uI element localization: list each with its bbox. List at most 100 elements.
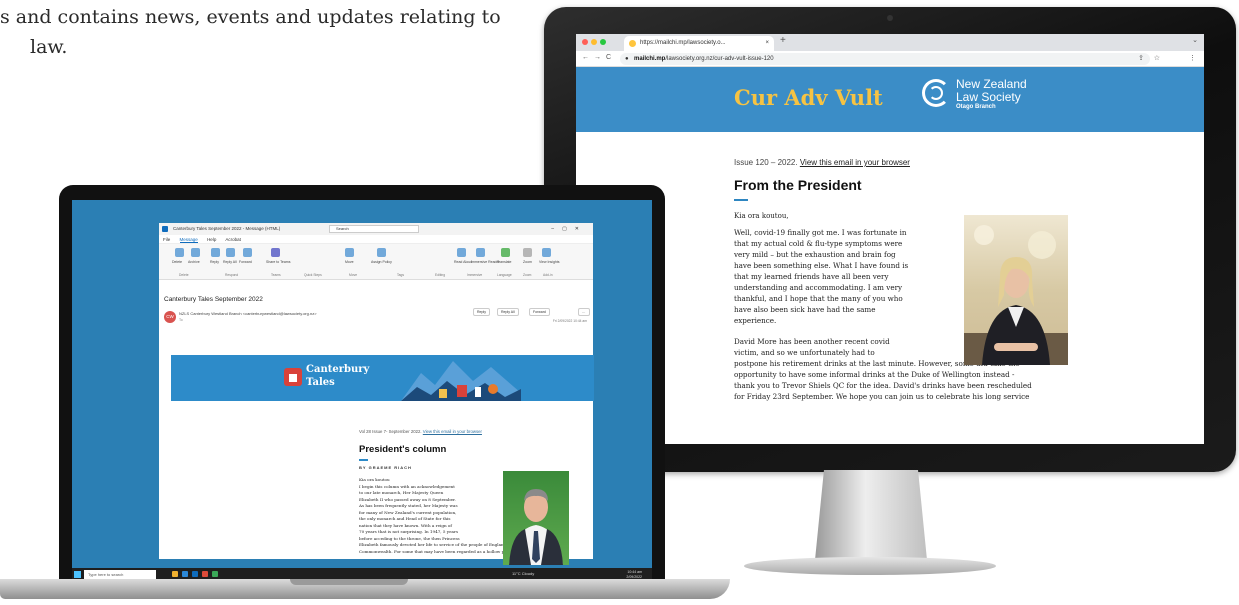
- address-bar[interactable]: ● mailchi.mp/lawsociety.org.nz/cur-adv-v…: [620, 53, 1150, 65]
- newsletter-title: Cur Adv Vult: [734, 85, 883, 110]
- assign-policy-icon[interactable]: [377, 248, 386, 257]
- share-icon[interactable]: ⇪: [1138, 54, 1144, 62]
- favicon-icon: [629, 40, 636, 47]
- new-tab-icon[interactable]: +: [780, 35, 786, 46]
- ribbon-move-label[interactable]: Move: [345, 260, 354, 264]
- view-in-browser-link[interactable]: View this email in your browser: [800, 158, 910, 167]
- reply-all-icon[interactable]: [226, 248, 235, 257]
- forward-button[interactable]: Forward: [529, 308, 550, 316]
- menu-help[interactable]: Help: [207, 237, 216, 242]
- archive-icon[interactable]: [191, 248, 200, 257]
- ribbon-share-teams-label[interactable]: Share to Teams: [266, 260, 290, 264]
- url-path: /lawsociety.org.nz/cur-adv-vult-issue-12…: [665, 56, 774, 62]
- greeting: Kia ora koutou,: [734, 212, 789, 220]
- tab-close-icon[interactable]: ×: [765, 36, 769, 51]
- issue-line: Issue 120 – 2022. View this email in you…: [734, 158, 910, 167]
- taskbar-app-icon[interactable]: [172, 571, 178, 577]
- text-line: thank you to Trevor Shiels QC for the id…: [734, 381, 1032, 390]
- read-aloud-icon[interactable]: [457, 248, 466, 257]
- windows-start-icon[interactable]: [74, 571, 81, 578]
- text-line: understanding and accommodating. I am ve…: [734, 283, 903, 292]
- ribbon-assign-policy-label[interactable]: Assign Policy: [371, 260, 392, 264]
- text-line: experience.: [734, 316, 777, 325]
- teams-icon[interactable]: [271, 248, 280, 257]
- column-heading: President's column: [359, 444, 447, 455]
- browser-tab-bar: https://mailchi.mp/lawsociety.o... × + ⌄: [576, 34, 1204, 51]
- browser-toolbar: ← → C ● mailchi.mp/lawsociety.org.nz/cur…: [576, 51, 1204, 67]
- ribbon-read-aloud-label[interactable]: Read Aloud: [454, 260, 472, 264]
- outlook-ribbon: Delete Archive Reply Reply All Forward S…: [159, 244, 593, 280]
- taskbar-app-icon[interactable]: [212, 571, 218, 577]
- reload-icon[interactable]: C: [606, 54, 611, 61]
- move-icon[interactable]: [345, 248, 354, 257]
- ribbon-archive-label[interactable]: Archive: [188, 260, 200, 264]
- sender-avatar: CW: [164, 311, 176, 323]
- tab-title: https://mailchi.mp/lawsociety.o...: [640, 40, 726, 46]
- reply-all-button[interactable]: Reply All: [497, 308, 519, 316]
- reply-button[interactable]: Reply: [473, 308, 490, 316]
- zoom-icon[interactable]: [523, 248, 532, 257]
- immersive-reader-icon[interactable]: [476, 248, 485, 257]
- article-paragraph-1: Well, covid-19 finally got me. I was for…: [734, 227, 908, 326]
- taskbar-outlook-icon[interactable]: [192, 571, 198, 577]
- issue-text: Issue 120 – 2022.: [734, 158, 798, 167]
- view-in-browser-link[interactable]: View this email in your browser: [423, 429, 482, 434]
- menu-message[interactable]: Message: [179, 237, 198, 243]
- window-control-buttons[interactable]: –▢✕: [551, 223, 587, 235]
- org-branch: Otago Branch: [956, 104, 996, 110]
- president-photo: [503, 471, 569, 565]
- reply-icon[interactable]: [211, 248, 220, 257]
- taskbar-time: 10:44 am: [627, 570, 642, 574]
- ribbon-group-delete: Delete: [179, 273, 189, 277]
- text-line: Elizabeth famously devoted her life to s…: [359, 542, 524, 547]
- delete-icon[interactable]: [175, 248, 184, 257]
- forward-icon[interactable]: [243, 248, 252, 257]
- newsletter-banner: Canterbury Tales: [171, 355, 594, 401]
- more-actions-button[interactable]: …: [578, 308, 590, 316]
- maximize-window-button[interactable]: [600, 39, 606, 45]
- email-subject: Canterbury Tales September 2022: [164, 296, 263, 303]
- bookmark-star-icon[interactable]: ☆: [1154, 54, 1160, 62]
- ribbon-immersive-reader-label[interactable]: Immersive Reader: [471, 260, 500, 264]
- ribbon-delete-label[interactable]: Delete: [172, 260, 182, 264]
- browser-menu-icon[interactable]: ⋮: [1189, 54, 1196, 62]
- forward-icon[interactable]: →: [594, 54, 601, 61]
- taskbar-weather[interactable]: 11°C Cloudy: [512, 571, 534, 576]
- column-body: Kia ora koutou I begin this column with …: [359, 477, 523, 555]
- text-line: have been something else. What I have fo…: [734, 261, 909, 270]
- taskbar-chrome-icon[interactable]: [202, 571, 208, 577]
- taskbar-app-icon[interactable]: [182, 571, 188, 577]
- translate-icon[interactable]: [501, 248, 510, 257]
- ribbon-translate-label[interactable]: Translate: [497, 260, 511, 264]
- text-line: that my learned friends have all been ve…: [734, 272, 889, 281]
- article-heading: From the President: [734, 177, 862, 193]
- windows-desktop: Canterbury Tales September 2022 - Messag…: [72, 200, 652, 582]
- intro-text: s and contains news, events and updates …: [0, 2, 540, 62]
- tab-list-chevron-icon[interactable]: ⌄: [1192, 36, 1198, 44]
- browser-tab[interactable]: https://mailchi.mp/lawsociety.o... ×: [624, 36, 774, 51]
- banner-title-line-1: Canterbury: [306, 364, 370, 375]
- ribbon-zoom-label[interactable]: Zoom: [523, 260, 532, 264]
- close-window-button[interactable]: [582, 39, 588, 45]
- lock-icon: ●: [625, 56, 629, 62]
- byline: BY GRAEME RIACH: [359, 465, 412, 470]
- email-to-label: To: [179, 318, 183, 322]
- minimize-window-button[interactable]: [591, 39, 597, 45]
- browser-window: https://mailchi.mp/lawsociety.o... × + ⌄…: [576, 34, 1204, 444]
- view-insights-icon[interactable]: [542, 248, 551, 257]
- ribbon-view-insights-label[interactable]: View Insights: [539, 260, 560, 264]
- menu-file[interactable]: File: [163, 237, 170, 242]
- ribbon-forward-label[interactable]: Forward: [239, 260, 252, 264]
- heading-underline: [734, 199, 748, 201]
- intro-line-2: law.: [30, 36, 68, 58]
- newsletter-header: Cur Adv Vult New Zealand Law Society Ota…: [576, 67, 1204, 132]
- monitor-stand: [815, 470, 927, 560]
- ribbon-group-tags: Tags: [397, 273, 404, 277]
- outlook-search-input[interactable]: Search: [329, 225, 419, 233]
- back-icon[interactable]: ←: [582, 54, 589, 61]
- menu-acrobat[interactable]: Acrobat: [225, 237, 241, 242]
- text-line: Commonwealth. For some that may have bee…: [359, 548, 522, 554]
- ribbon-reply-all-label[interactable]: Reply All: [223, 260, 237, 264]
- ribbon-reply-label[interactable]: Reply: [210, 260, 219, 264]
- ribbon-group-zoom: Zoom: [523, 273, 532, 277]
